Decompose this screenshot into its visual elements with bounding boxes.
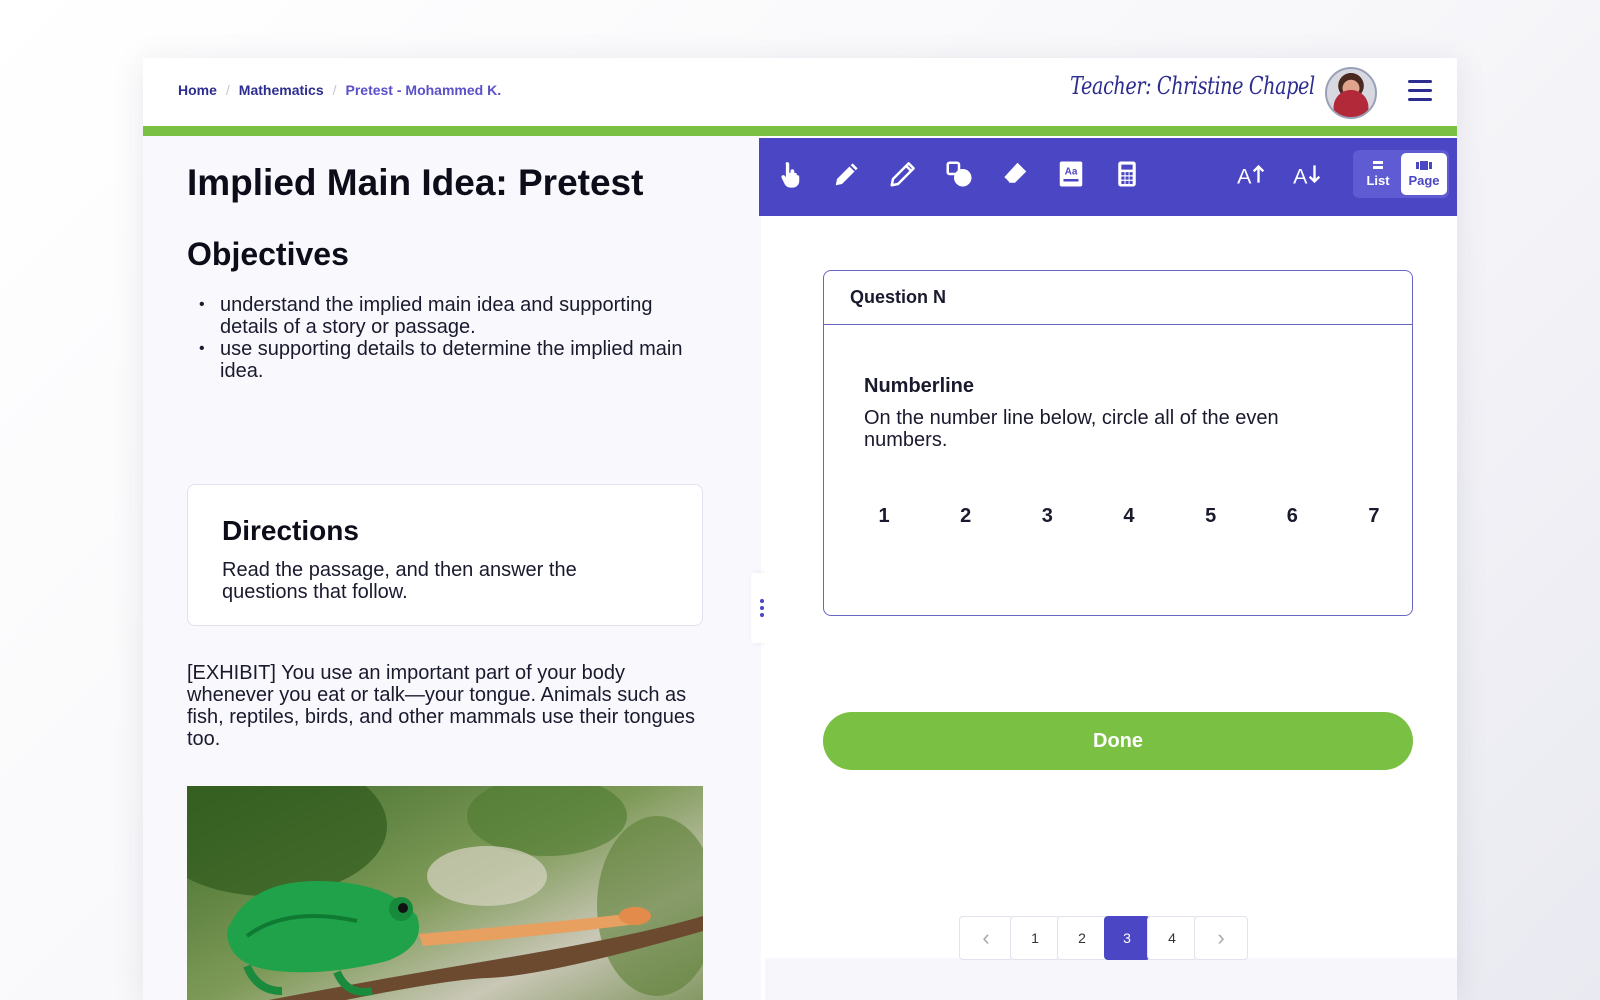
pagination: ‹ 1 2 3 4 › [959,916,1248,960]
breadcrumb-subject[interactable]: Mathematics [239,82,324,98]
directions-card: Directions Read the passage, and then an… [187,484,703,626]
passage-panel: Implied Main Idea: Pretest Objectives un… [143,136,761,1000]
question-card: Question N Numberline On the number line… [823,270,1413,616]
list-view-button[interactable]: List [1355,153,1401,195]
exhibit-text: [EXHIBIT] You use an important part of y… [187,662,696,750]
page-title: Implied Main Idea: Pretest [187,162,644,203]
progress-bar [143,126,1457,136]
prev-page-button[interactable]: ‹ [959,916,1013,960]
breadcrumb-separator: / [332,82,337,98]
page-button-4[interactable]: 4 [1147,916,1197,960]
question-header: Question N [824,271,1412,325]
chameleon-image [187,786,703,1000]
question-type: Numberline [864,375,975,397]
svg-text:Aa: Aa [1065,167,1078,178]
next-page-button[interactable]: › [1194,916,1248,960]
svg-text:A: A [1293,165,1308,189]
highlighter-icon[interactable] [881,152,925,196]
app-window: Home / Mathematics / Pretest - Mohammed … [143,58,1457,1000]
top-bar: Home / Mathematics / Pretest - Mohammed … [143,58,1457,126]
page-button-2[interactable]: 2 [1057,916,1107,960]
page-view-label: Page [1408,172,1440,188]
pagination-band [765,958,1457,1000]
objective-item: use supporting details to determine the … [187,338,707,382]
page-button-3[interactable]: 3 [1104,916,1150,960]
objectives-list: understand the implied main idea and sup… [187,294,707,382]
numberline-number[interactable]: 3 [1027,505,1067,528]
numberline-number[interactable]: 5 [1191,505,1231,528]
numberline-number[interactable]: 4 [1109,505,1149,528]
tools-toolbar: Aa A A List Page [759,138,1457,216]
breadcrumb-current[interactable]: Pretest - Mohammed K. [346,82,502,98]
pencil-icon[interactable] [825,152,869,196]
page-button-1[interactable]: 1 [1010,916,1060,960]
list-view-label: List [1366,172,1390,188]
svg-text:A: A [1237,165,1252,189]
calculator-icon[interactable] [1105,152,1149,196]
eraser-icon[interactable] [993,152,1037,196]
breadcrumb-home[interactable]: Home [178,82,217,98]
numberline-number[interactable]: 1 [864,505,904,528]
dictionary-icon[interactable]: Aa [1049,152,1093,196]
breadcrumb: Home / Mathematics / Pretest - Mohammed … [178,82,501,98]
directions-heading: Directions [222,515,359,546]
avatar[interactable] [1325,67,1377,119]
teacher-name: Teacher: Christine Chapel [1070,72,1315,100]
hamburger-menu-icon[interactable] [1408,80,1432,102]
numberline-number[interactable]: 7 [1354,505,1394,528]
view-toggle: List Page [1353,150,1449,198]
objective-item: understand the implied main idea and sup… [187,294,707,338]
numberline-number[interactable]: 6 [1272,505,1312,528]
directions-text: Read the passage, and then answer the qu… [222,559,577,603]
question-prompt: On the number line below, circle all of … [864,407,1279,451]
numberline-number[interactable]: 2 [946,505,986,528]
objectives-heading: Objectives [187,236,349,272]
font-increase-icon[interactable]: A [1229,152,1273,196]
pointer-icon[interactable] [769,152,813,196]
breadcrumb-separator: / [225,82,230,98]
done-button[interactable]: Done [823,712,1413,770]
question-panel: Question N Numberline On the number line… [765,216,1457,1000]
shapes-icon[interactable] [937,152,981,196]
page-view-button[interactable]: Page [1401,153,1447,195]
font-decrease-icon[interactable]: A [1285,152,1329,196]
numberline: 1 2 3 4 5 6 7 [864,505,1394,528]
